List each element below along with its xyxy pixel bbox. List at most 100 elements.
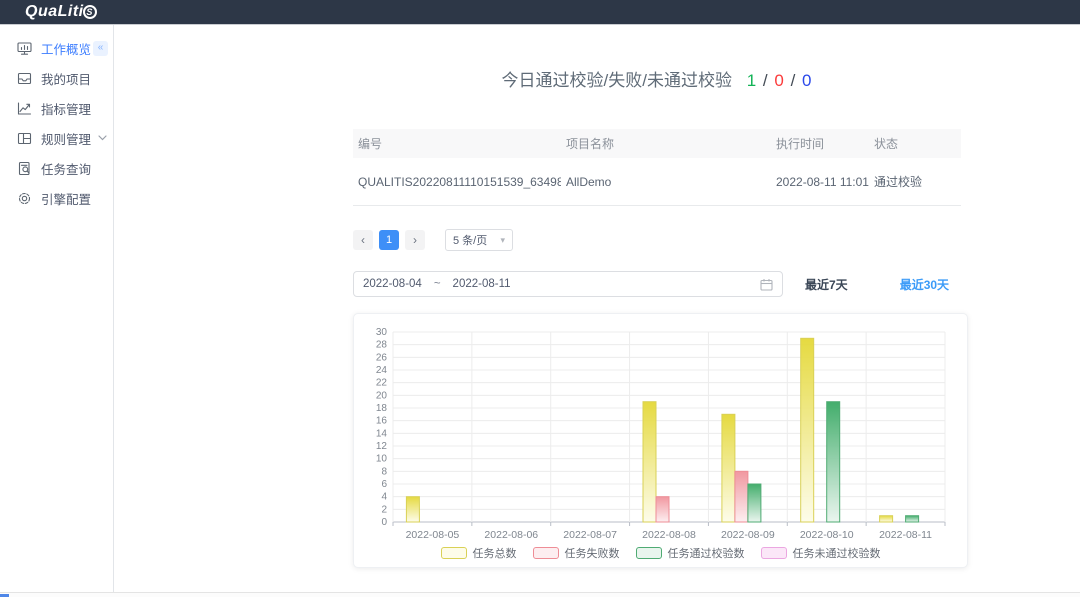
y-axis-tick: 22 [376, 378, 388, 389]
y-axis-tick: 14 [376, 428, 388, 439]
last-7-days-button[interactable]: 最近7天 [805, 276, 848, 293]
sidebar-item-label: 规则管理 [41, 129, 91, 148]
y-axis-tick: 10 [376, 454, 388, 465]
project-inbox-icon [17, 71, 32, 86]
chart-legend: 任务总数 任务失败数 任务通过校验数 任务未通过校验数 [365, 545, 956, 561]
bar-任务总数-2022-08-09[interactable] [722, 414, 735, 522]
table-header-row: 编号项目名称执行时间状态 [353, 129, 961, 158]
x-axis-label: 2022-08-11 [879, 529, 932, 541]
overview-counts: 1 / 0 / 0 [747, 71, 813, 90]
date-start-value: 2022-08-04 [363, 278, 422, 290]
task-result-table: 编号项目名称执行时间状态QUALITIS20220811110151539_63… [353, 129, 961, 206]
bar-任务总数-2022-08-11[interactable] [880, 516, 893, 522]
not-passed-count: 0 [802, 71, 812, 90]
y-axis-tick: 28 [376, 340, 388, 351]
y-axis-tick: 24 [376, 365, 388, 376]
page-size-select[interactable]: 5 条/页 ▾ [445, 229, 513, 251]
table-cell: AllDemo [561, 175, 771, 189]
date-filter-row: 2022-08-04 ~ 2022-08-11 最近7天 最近30天 [353, 271, 968, 297]
chevron-down-icon: ▾ [500, 235, 505, 246]
page-1-button[interactable]: 1 [379, 230, 399, 250]
bar-任务通过校验数-2022-08-10[interactable] [827, 402, 840, 522]
legend-label: 任务未通过校验数 [793, 545, 881, 561]
y-axis-tick: 12 [376, 441, 388, 452]
task-trend-chart-card: 0246810121416182022242628302022-08-05202… [353, 313, 968, 568]
sidebar-item-label: 工作概览 [41, 39, 91, 58]
bar-任务失败数-2022-08-09[interactable] [735, 471, 748, 522]
count-separator: / [791, 71, 797, 90]
bar-chart: 0246810121416182022242628302022-08-05202… [365, 322, 956, 542]
bar-任务失败数-2022-08-08[interactable] [656, 497, 669, 522]
table-cell: 通过校验 [869, 173, 961, 190]
qualitis-logo[interactable]: QuaLitiS [25, 3, 97, 21]
y-axis-tick: 0 [381, 517, 387, 528]
y-axis-tick: 26 [376, 352, 388, 363]
table-header-cell: 状态 [869, 135, 961, 152]
prev-page-button[interactable]: ‹ [353, 230, 373, 250]
sidebar-nav: 工作概览«我的项目指标管理规则管理任务查询引擎配置 [0, 25, 114, 597]
passed-count: 1 [747, 71, 757, 90]
bar-任务通过校验数-2022-08-11[interactable] [906, 516, 919, 522]
top-bar: QuaLitiS [0, 0, 1080, 25]
legend-item-2[interactable]: 任务失败数 [533, 545, 620, 561]
logo-text: QuaLiti [25, 3, 84, 21]
sidebar-item-4[interactable]: 规则管理 [0, 123, 113, 153]
date-range-input[interactable]: 2022-08-04 ~ 2022-08-11 [353, 271, 783, 297]
bar-任务总数-2022-08-05[interactable] [406, 497, 419, 522]
table-cell: QUALITIS20220811110151539_634982 [353, 175, 561, 189]
legend-swatch [441, 547, 467, 559]
overview-title-text: 今日通过校验/失败/未通过校验 [502, 71, 732, 90]
bar-任务总数-2022-08-08[interactable] [643, 402, 656, 522]
table-row[interactable]: QUALITIS20220811110151539_634982AllDemo2… [353, 158, 961, 206]
table-cell: 2022-08-11 11:01:51 [771, 175, 869, 189]
legend-item-3[interactable]: 任务通过校验数 [636, 545, 745, 561]
legend-label: 任务通过校验数 [668, 545, 745, 561]
bar-任务通过校验数-2022-08-09[interactable] [748, 484, 761, 522]
failed-count: 0 [774, 71, 784, 90]
sidebar-collapse-button[interactable]: « [93, 41, 108, 56]
table-header-cell: 执行时间 [771, 135, 869, 152]
legend-swatch [636, 547, 662, 559]
y-axis-tick: 16 [376, 416, 388, 427]
sidebar-item-6[interactable]: 引擎配置 [0, 183, 113, 213]
sidebar-item-2[interactable]: 我的项目 [0, 63, 113, 93]
y-axis-tick: 30 [376, 327, 388, 338]
horizontal-scrollbar[interactable] [0, 592, 1080, 597]
legend-label: 任务总数 [473, 545, 517, 561]
legend-item-4[interactable]: 任务未通过校验数 [761, 545, 881, 561]
calendar-icon[interactable] [760, 278, 773, 291]
x-axis-label: 2022-08-09 [721, 529, 775, 541]
sidebar-item-label: 指标管理 [41, 99, 91, 118]
overview-title: 今日通过校验/失败/未通过校验 1 / 0 / 0 [353, 66, 961, 91]
engine-gear-icon [17, 191, 32, 206]
x-axis-label: 2022-08-05 [406, 529, 460, 541]
sidebar-item-1[interactable]: 工作概览« [0, 33, 113, 63]
chevron-down-icon [98, 135, 107, 141]
next-page-button[interactable]: › [405, 230, 425, 250]
metric-trend-icon [17, 101, 32, 116]
legend-swatch [761, 547, 787, 559]
table-header-cell: 编号 [353, 135, 561, 152]
page-size-value: 5 条/页 [453, 232, 487, 248]
sidebar-item-3[interactable]: 指标管理 [0, 93, 113, 123]
legend-swatch [533, 547, 559, 559]
y-axis-tick: 8 [381, 466, 387, 477]
sidebar-item-label: 我的项目 [41, 69, 91, 88]
y-axis-tick: 6 [381, 479, 387, 490]
date-end-value: 2022-08-11 [453, 278, 511, 290]
x-axis-label: 2022-08-10 [800, 529, 854, 541]
table-header-cell: 项目名称 [561, 135, 771, 152]
bar-任务总数-2022-08-10[interactable] [801, 338, 814, 522]
pagination: ‹ 1 › 5 条/页 ▾ [353, 229, 513, 251]
y-axis-tick: 20 [376, 390, 388, 401]
dashboard-monitor-icon [17, 41, 32, 56]
task-search-icon [17, 161, 32, 176]
sidebar-item-5[interactable]: 任务查询 [0, 153, 113, 183]
sidebar-item-label: 任务查询 [41, 159, 91, 178]
x-axis-label: 2022-08-06 [484, 529, 538, 541]
last-30-days-button[interactable]: 最近30天 [900, 276, 949, 293]
count-separator: / [763, 71, 769, 90]
legend-item-1[interactable]: 任务总数 [441, 545, 517, 561]
logo-s-badge: S [83, 5, 97, 19]
sidebar-item-label: 引擎配置 [41, 189, 91, 208]
